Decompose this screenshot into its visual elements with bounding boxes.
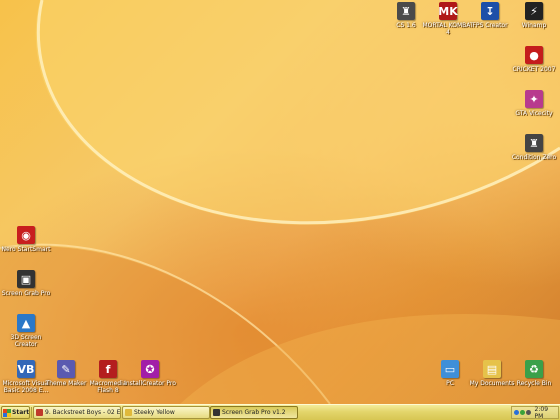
start-button[interactable]: Start (1, 406, 30, 419)
taskbar-button[interactable]: Screen Grab Pro v1.2 (210, 406, 298, 419)
taskbar: Start 9. Backstreet Boys - 02 E... Steeky… (0, 404, 560, 420)
clock[interactable]: 2:09 PM (535, 406, 558, 420)
system-tray: 2:09 PM (511, 406, 559, 420)
taskbar-button-label: Screen Grab Pro v1.2 (222, 409, 286, 416)
taskbar-button-label: Steeky Yellow (134, 409, 175, 416)
folder-task-icon (125, 409, 132, 416)
arrows-tray-icon[interactable] (514, 410, 519, 415)
desktop-icon-label: CRICKET 2007 (512, 66, 556, 73)
desktop-icon-label: Winamp (521, 22, 547, 29)
desktop-icon-label: 3D Screen Creator (10, 334, 42, 348)
theme-maker-icon: ✎ (57, 360, 75, 378)
taskbar-button[interactable]: 9. Backstreet Boys - 02 E... (33, 406, 121, 419)
recycle-bin-icon: ♻ (525, 360, 543, 378)
computer-icon: ▭ (441, 360, 459, 378)
mortal-kombat-icon: MK (438, 2, 458, 20)
documents-icon: ▤ (483, 360, 501, 378)
desktop-icon-label: Nero StartSmart (1, 246, 51, 253)
desktop[interactable]: ♜ CS 1.6 MK MORTAL KOMBAT 4 ↧ FPS Creator ⚡ Win… (0, 0, 560, 404)
cricket-icon: ● (525, 46, 543, 64)
desktop-icon-recycle-bin[interactable]: ♻ Recycle Bin (508, 358, 560, 404)
condition-zero-icon: ♜ (525, 134, 543, 152)
start-label: Start (12, 409, 30, 416)
network-tray-icon[interactable] (519, 410, 525, 415)
desktop-icon-label: Recycle Bin (516, 380, 552, 387)
flash-icon: f (99, 360, 117, 378)
taskbar-divider (31, 407, 32, 418)
volume-tray-icon[interactable] (525, 410, 531, 415)
nero-icon: ◉ (17, 226, 35, 244)
screen-grab-task-icon (213, 409, 220, 416)
desktop-icon-label: Screen Grab Pro (1, 290, 51, 297)
winamp-icon: ⚡ (525, 2, 543, 20)
screen-creator-icon: ▲ (17, 314, 35, 332)
desktop-icon-label: InstallCreator Pro (124, 380, 176, 387)
desktop-icon-condition-zero[interactable]: ♜ Condition Zero (508, 132, 560, 186)
install-creator-icon: ✪ (141, 360, 159, 378)
counter-strike-icon: ♜ (397, 2, 415, 20)
desktop-icon-label: Condition Zero (511, 154, 557, 161)
taskbar-button[interactable]: Steeky Yellow (122, 406, 210, 419)
taskbar-button-label: 9. Backstreet Boys - 02 E... (45, 409, 121, 416)
fps-creator-icon: ↧ (481, 2, 499, 20)
gta-icon: ✦ (525, 90, 543, 108)
winamp-task-icon (36, 409, 43, 416)
screen-grab-icon: ▣ (17, 270, 35, 288)
wallpaper (0, 0, 560, 404)
desktop-icon-label: GTA Vicecity (515, 110, 553, 117)
desktop-icon-install-creator[interactable]: ✪ InstallCreator Pro (124, 358, 176, 404)
visual-basic-icon: VB (17, 360, 35, 378)
windows-logo-icon (3, 408, 11, 417)
